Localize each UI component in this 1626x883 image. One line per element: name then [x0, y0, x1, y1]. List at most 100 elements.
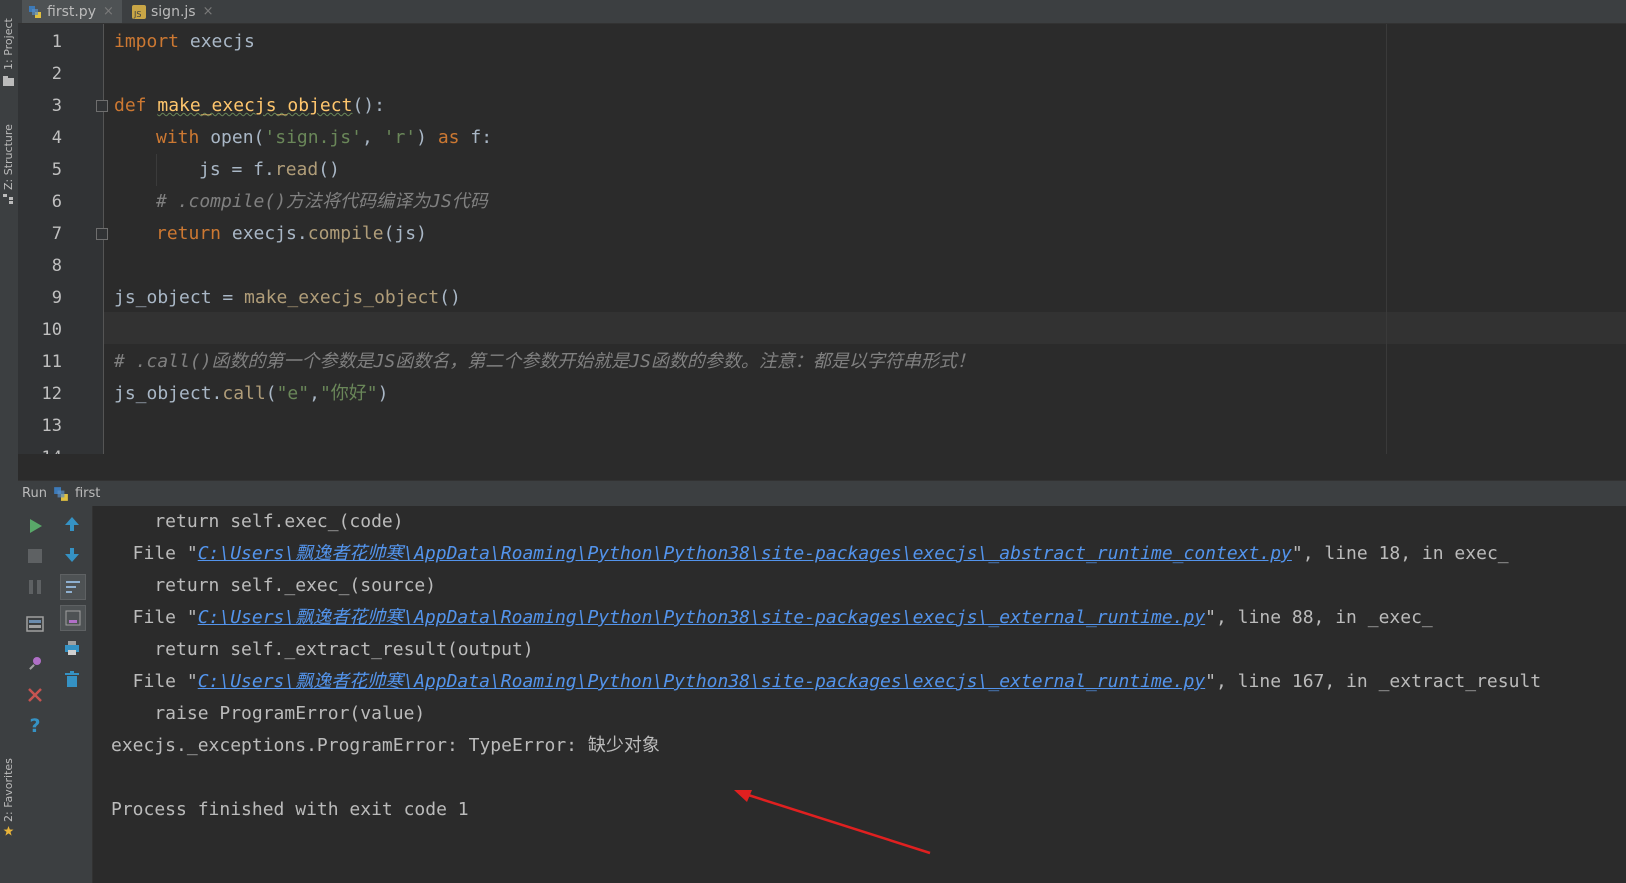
punctuation: (): [439, 287, 461, 308]
console-line: File "C:\Users\飘逸者花帅寒\AppData\Roaming\Py…: [111, 538, 1509, 570]
left-tool-strip: 1: Project Z: Structure 2: Favorites: [0, 0, 19, 883]
console-line: return self._extract_result(output): [111, 639, 534, 660]
scroll-to-end-button[interactable]: [60, 605, 86, 631]
close-icon: [28, 688, 42, 702]
run-panel-title: Run: [22, 486, 47, 501]
code-line-9: js_object = make_execjs_object(): [114, 282, 461, 314]
string-literal: "你好": [319, 383, 378, 404]
layout-icon: [26, 616, 44, 632]
tab-first-py[interactable]: first.py ×: [22, 0, 122, 23]
punctuation: (: [265, 383, 277, 404]
fold-marker-icon[interactable]: [96, 228, 108, 240]
line-number: 12: [41, 384, 62, 404]
trash-icon: [65, 671, 79, 687]
project-tool-tab-label: 1: Project: [2, 18, 15, 70]
code-line-12: js_object.call("e","你好"): [114, 378, 388, 410]
traceback-file-link[interactable]: C:\Users\飘逸者花帅寒\AppData\Roaming\Python\P…: [198, 607, 1205, 628]
restore-layout-button[interactable]: [23, 612, 47, 636]
keyword: def: [114, 95, 147, 116]
right-margin-guide: [1386, 24, 1387, 454]
string-literal: 'r': [383, 127, 417, 148]
scroll-to-end-icon: [65, 610, 81, 626]
print-button[interactable]: [60, 636, 84, 660]
keyword: with: [156, 127, 200, 148]
soft-wrap-button[interactable]: [60, 574, 86, 600]
punctuation: ():: [352, 95, 385, 116]
current-line-highlight: [104, 312, 1626, 344]
punctuation: (js): [383, 223, 427, 244]
close-tab-icon[interactable]: ×: [103, 4, 114, 19]
python-file-icon: [28, 5, 42, 19]
line-number: 5: [51, 160, 62, 180]
console-line: File "C:\Users\飘逸者花帅寒\AppData\Roaming\Py…: [111, 666, 1541, 698]
line-number: 7: [51, 224, 62, 244]
favorites-star-icon: [3, 826, 14, 836]
line-number: 13: [41, 416, 62, 436]
close-tab-icon[interactable]: ×: [203, 4, 214, 19]
identifier: js_object =: [114, 287, 245, 308]
traceback-file-link[interactable]: C:\Users\飘逸者花帅寒\AppData\Roaming\Python\P…: [198, 671, 1205, 692]
tab-label: first.py: [47, 3, 96, 20]
console-text: ", line 167, in _extract_result: [1205, 671, 1542, 692]
code-line-3: def make_execjs_object():: [114, 90, 385, 122]
console-text: File ": [111, 543, 198, 564]
code-line-6-comment: # .compile()方法将代码编译为JS代码: [156, 191, 488, 212]
string-literal: 'sign.js': [264, 127, 362, 148]
arrow-up-icon: [65, 517, 79, 531]
line-number: 4: [51, 128, 62, 148]
structure-tool-tab[interactable]: Z: Structure: [0, 110, 18, 210]
scroll-down-button[interactable]: [60, 543, 84, 567]
error-message-line: execjs._exceptions.ProgramError: TypeErr…: [111, 735, 660, 756]
line-number: 3: [51, 96, 62, 116]
keyword: import: [114, 31, 180, 52]
console-line: return self._exec_(source): [111, 575, 437, 596]
punctuation: ,: [309, 383, 320, 404]
run-toolbar: ?: [18, 506, 93, 883]
fold-marker-icon[interactable]: [96, 100, 108, 112]
punctuation: (): [318, 159, 340, 180]
structure-icon: [3, 194, 13, 204]
help-button[interactable]: ?: [23, 714, 47, 738]
soft-wrap-icon: [66, 581, 80, 593]
line-number: 8: [51, 256, 62, 276]
line-number: 6: [51, 192, 62, 212]
stop-button[interactable]: [23, 544, 47, 568]
method-name: read: [274, 159, 319, 180]
favorites-tool-tab[interactable]: 2: Favorites: [0, 740, 18, 883]
print-icon: [65, 641, 79, 655]
rerun-button[interactable]: [23, 514, 47, 538]
module-name: execjs: [179, 31, 255, 52]
traceback-file-link[interactable]: C:\Users\飘逸者花帅寒\AppData\Roaming\Python\P…: [198, 543, 1292, 564]
panel-splitter[interactable]: [18, 454, 1626, 480]
console-text: File ": [111, 607, 198, 628]
code-line-1: import execjs: [114, 26, 255, 58]
function-call: make_execjs_object: [244, 287, 440, 308]
identifier: js = f.: [199, 159, 275, 180]
line-number: 1: [51, 32, 62, 52]
pause-button[interactable]: [23, 575, 47, 599]
code-editor[interactable]: 1 2 3 4 5 6 7 8 9 10 11 12 13 14 import …: [18, 24, 1626, 454]
code-line-11-comment: # .call()函数的第一个参数是JS函数名，第二个参数开始就是JS函数的参数…: [114, 351, 975, 372]
line-number: 9: [51, 288, 62, 308]
string-literal: "e": [276, 383, 310, 404]
pin-tab-button[interactable]: [23, 651, 47, 675]
arrow-down-icon: [65, 548, 79, 562]
favorites-tool-tab-label: 2: Favorites: [2, 758, 15, 822]
run-config-name[interactable]: first: [75, 486, 100, 501]
python-run-config-icon: [54, 486, 68, 501]
tab-sign-js[interactable]: JS sign.js ×: [126, 0, 218, 23]
help-icon: ?: [29, 715, 41, 737]
console-text: ", line 18, in exec_: [1291, 543, 1509, 564]
project-tool-tab[interactable]: 1: Project: [0, 0, 18, 92]
run-console[interactable]: return self.exec_(code) File "C:\Users\飘…: [93, 506, 1626, 883]
keyword: return: [156, 223, 222, 244]
punctuation: ,: [361, 127, 384, 148]
identifier: execjs.: [221, 223, 308, 244]
scroll-up-button[interactable]: [60, 512, 84, 536]
punctuation: ): [416, 127, 438, 148]
pin-icon: [29, 657, 41, 670]
pause-icon: [29, 580, 41, 594]
close-run-button[interactable]: [23, 683, 47, 707]
clear-all-button[interactable]: [60, 667, 84, 691]
identifier: f:: [459, 127, 493, 148]
